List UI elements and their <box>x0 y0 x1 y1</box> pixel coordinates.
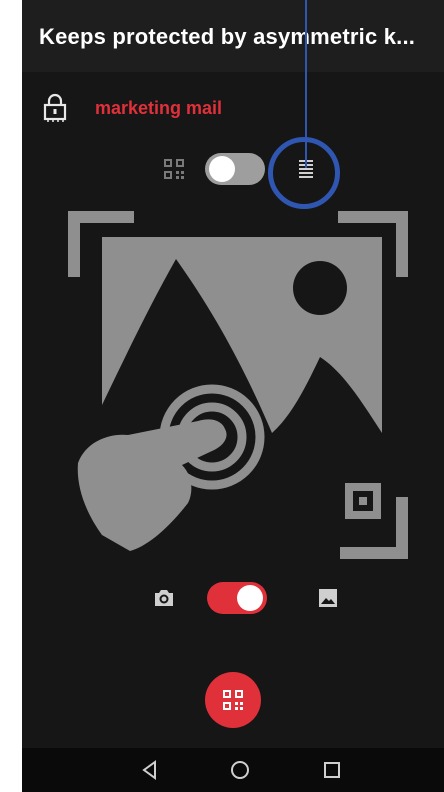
qr-code-fragment <box>345 483 381 519</box>
home-icon[interactable] <box>228 758 252 782</box>
recents-icon[interactable] <box>320 758 344 782</box>
qr-code-icon <box>223 690 243 710</box>
scan-qr-button[interactable] <box>205 672 261 728</box>
account-name: marketing mail <box>95 97 223 118</box>
scan-illustration <box>68 211 408 559</box>
account-row[interactable]: marketing mail <box>40 92 222 124</box>
switch-knob <box>237 585 263 611</box>
phone-screen: Keeps protected by asymmetric k... marke… <box>22 0 444 792</box>
back-icon[interactable] <box>138 758 162 782</box>
qr-code-icon[interactable] <box>162 157 186 181</box>
app-bar: Keeps protected by asymmetric k... <box>22 0 444 72</box>
mode-toggle-switch[interactable] <box>205 153 265 185</box>
source-toggle-row <box>152 580 352 616</box>
gallery-icon[interactable] <box>316 586 340 610</box>
lock-icon <box>43 93 67 122</box>
app-bar-title: Keeps protected by asymmetric k... <box>39 24 416 49</box>
camera-icon[interactable] <box>152 586 176 610</box>
annotation-highlight-circle <box>268 137 340 209</box>
switch-knob <box>209 156 235 182</box>
tap-gesture-icon <box>77 384 265 551</box>
source-toggle-switch[interactable] <box>207 582 267 614</box>
system-nav-bar <box>22 748 444 792</box>
